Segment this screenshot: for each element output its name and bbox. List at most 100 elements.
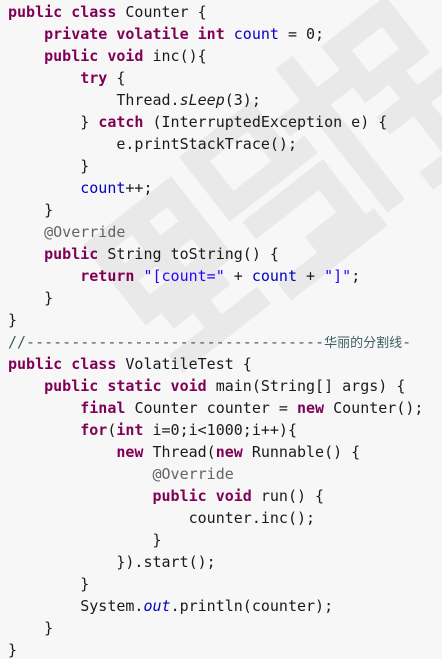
- code-token: count: [80, 179, 126, 197]
- code-token: new: [297, 399, 334, 417]
- code-line: //---------------------------------华丽的分割…: [8, 331, 411, 353]
- code-token: (3);: [224, 91, 261, 109]
- code-token: Counter {: [125, 3, 207, 21]
- code-token: }: [8, 619, 54, 637]
- code-line: }: [8, 287, 53, 309]
- code-token: +: [297, 267, 325, 285]
- code-token: Counter();: [333, 399, 424, 417]
- code-line: System.out.println(counter);: [8, 595, 333, 617]
- code-token: public: [44, 245, 108, 263]
- code-token: Thread.: [8, 91, 180, 109]
- code-line: }: [8, 309, 17, 331]
- code-token: }: [8, 531, 162, 549]
- code-token: "]": [324, 267, 352, 285]
- code-token: }).start();: [8, 553, 216, 571]
- code-token: i=0;i<1000;i++){: [152, 421, 298, 439]
- code-token: +: [224, 267, 252, 285]
- code-token: String toString() {: [107, 245, 279, 263]
- code-token: }: [8, 641, 18, 659]
- code-token: ++;: [125, 179, 153, 197]
- code-token: counter.inc();: [8, 509, 316, 527]
- code-token: System.: [8, 597, 144, 615]
- code-token: }: [8, 201, 54, 219]
- code-token: main(String[] args) {: [215, 377, 406, 395]
- code-line: }: [8, 155, 89, 177]
- code-token: .println(counter);: [170, 597, 334, 615]
- code-token: run() {: [260, 487, 325, 505]
- code-token: for: [80, 421, 108, 439]
- code-token: //---------------------------------: [8, 333, 325, 351]
- code-token: inc(){: [152, 47, 207, 65]
- code-line: private volatile int count = 0;: [8, 23, 324, 45]
- code-line: } catch (InterruptedException e) {: [8, 111, 387, 133]
- code-line: }: [8, 529, 162, 551]
- code-line: public void inc(){: [8, 45, 207, 67]
- code-token: 华丽的分割线: [324, 336, 403, 351]
- code-line: e.printStackTrace();: [8, 133, 297, 155]
- code-token: count: [233, 25, 279, 43]
- code-line: }: [8, 199, 53, 221]
- code-token: sLeep: [179, 91, 225, 109]
- code-line: public String toString() {: [8, 243, 279, 265]
- code-token: public class: [8, 355, 126, 373]
- code-line: }: [8, 573, 89, 595]
- code-line: Thread.sLeep(3);: [8, 89, 261, 111]
- code-token: = 0;: [278, 25, 325, 43]
- code-line: final Counter counter = new Counter();: [8, 397, 423, 419]
- code-token: return: [80, 267, 144, 285]
- code-token: int: [116, 421, 153, 439]
- code-token: public void: [152, 487, 261, 505]
- code-token: }: [8, 113, 99, 131]
- code-token: @Override: [152, 465, 234, 483]
- code-token: out: [143, 597, 171, 615]
- code-token: "[count=": [143, 267, 225, 285]
- code-token: e.printStackTrace();: [8, 135, 297, 153]
- code-line: @Override: [8, 463, 234, 485]
- code-line: public class VolatileTest {: [8, 353, 252, 375]
- code-token: (InterruptedException e) {: [152, 113, 388, 131]
- code-line: }: [8, 617, 53, 639]
- code-line: new Thread(new Runnable() {: [8, 441, 360, 463]
- code-editor: public class Counter { private volatile …: [0, 0, 442, 659]
- code-token: {: [116, 69, 126, 87]
- code-token: public static void: [44, 377, 216, 395]
- code-line: try {: [8, 67, 125, 89]
- code-line: @Override: [8, 221, 125, 243]
- code-token: final: [80, 399, 135, 417]
- code-token: @Override: [44, 223, 126, 241]
- code-token: Counter counter =: [134, 399, 297, 417]
- code-token: try: [80, 69, 117, 87]
- code-token: public void: [44, 47, 153, 65]
- code-token: public class: [8, 3, 126, 21]
- code-token: private volatile int: [44, 25, 234, 43]
- code-line: }: [8, 639, 17, 659]
- code-token: new: [215, 443, 252, 461]
- code-line: counter.inc();: [8, 507, 315, 529]
- code-line: for(int i=0;i<1000;i++){: [8, 419, 297, 441]
- code-line: }).start();: [8, 551, 216, 573]
- code-token: count: [251, 267, 297, 285]
- code-token: VolatileTest {: [125, 355, 252, 373]
- code-token: Runnable() {: [251, 443, 361, 461]
- code-line: public void run() {: [8, 485, 325, 507]
- code-token: -: [402, 333, 412, 351]
- code-line: public static void main(String[] args) {: [8, 375, 405, 397]
- code-token: }: [8, 311, 18, 329]
- code-line: public class Counter {: [8, 1, 207, 23]
- code-token: catch: [98, 113, 153, 131]
- code-token: Thread(: [152, 443, 216, 461]
- code-token: new: [116, 443, 153, 461]
